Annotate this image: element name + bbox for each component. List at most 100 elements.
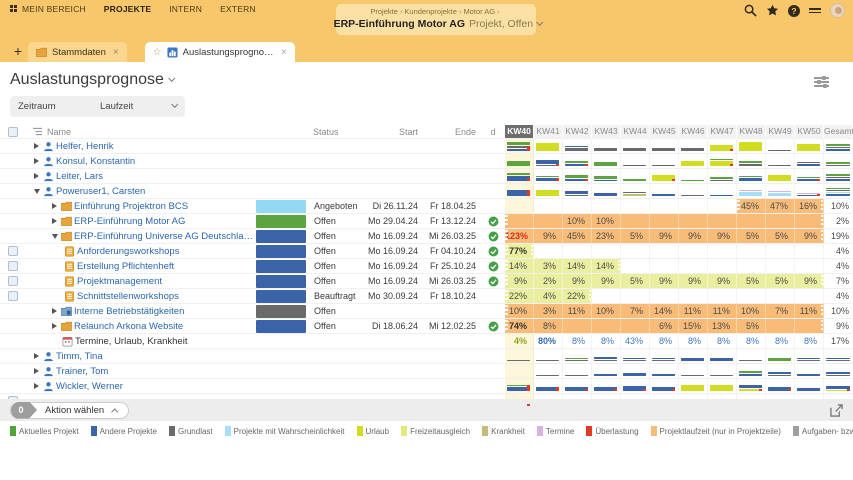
row-name[interactable]: Leiter, Lars xyxy=(56,171,254,182)
tab-auslastungsprognose[interactable]: ☆Auslastungsprognose× xyxy=(145,42,295,62)
row-checkbox[interactable] xyxy=(8,261,18,271)
person-icon xyxy=(43,366,54,377)
row-ende-cell xyxy=(426,349,484,363)
expand-arrow-icon[interactable] xyxy=(34,189,40,194)
star-icon[interactable]: ☆ xyxy=(153,47,162,58)
row-name[interactable]: Einführung Projektron BCS xyxy=(74,201,254,212)
week-header-kw45[interactable]: KW45 xyxy=(650,125,679,138)
utilization-bar xyxy=(681,179,704,181)
expand-arrow-icon[interactable] xyxy=(34,353,39,359)
legend-label: Urlaub xyxy=(366,427,390,436)
week-cell: 8% xyxy=(563,334,592,348)
task-icon xyxy=(64,276,75,287)
view-settings-icon[interactable] xyxy=(814,75,829,88)
row-name[interactable]: ERP-Einführung Universe AG Deutschland xyxy=(74,231,254,242)
week-header-kw40[interactable]: KW40 xyxy=(505,125,534,138)
close-icon[interactable]: × xyxy=(281,47,287,58)
expand-arrow-icon[interactable] xyxy=(34,383,39,389)
bar-segment-g xyxy=(565,358,588,359)
row-checkbox[interactable] xyxy=(8,276,18,286)
row-name[interactable]: Poweruser1, Carsten xyxy=(56,186,254,197)
utilization-bar xyxy=(623,164,646,166)
week-header-kw49[interactable]: KW49 xyxy=(766,125,795,138)
row-name[interactable]: Relaunch Arkona Website xyxy=(74,321,254,332)
project-selector[interactable]: ERP-Einführung Motor AG Projekt, Offen xyxy=(346,18,526,30)
legend-label: Freizeitausgleich xyxy=(410,427,470,436)
week-header-kw48[interactable]: KW48 xyxy=(737,125,766,138)
expand-arrow-icon[interactable] xyxy=(34,158,39,164)
action-select[interactable]: 0 Aktion wählen xyxy=(10,402,129,419)
row-name[interactable]: Konsul, Konstantin xyxy=(56,156,254,167)
row-name[interactable]: Projektmanagement xyxy=(77,276,254,287)
menu-item-extern[interactable]: EXTERN xyxy=(220,4,256,14)
row-name-cell: Relaunch Arkona Website xyxy=(26,319,256,333)
row-name[interactable]: Interne Betriebstätigkeiten xyxy=(74,306,254,317)
expand-arrow-icon[interactable] xyxy=(52,308,57,314)
row-gesamt-cell: 2% xyxy=(824,214,853,228)
zeitraum-filter[interactable]: Zeitraum Laufzeit xyxy=(10,96,185,117)
tab-stammdaten[interactable]: Stammdaten× xyxy=(28,42,127,62)
row-name[interactable]: Timm, Tina xyxy=(56,351,254,362)
search-icon[interactable] xyxy=(744,4,757,17)
week-header-kw50[interactable]: KW50 xyxy=(795,125,824,138)
legend-item: Freizeitausgleich xyxy=(401,426,470,436)
help-icon[interactable]: ? xyxy=(788,5,800,17)
week-cell xyxy=(621,244,650,258)
utilization-value: 8% xyxy=(766,334,794,348)
row-name[interactable]: Wickler, Werner xyxy=(56,381,254,392)
week-cell xyxy=(621,319,650,333)
breadcrumb-link[interactable]: Kundenprojekte xyxy=(404,7,457,16)
week-header-kw44[interactable]: KW44 xyxy=(621,125,650,138)
row-name[interactable]: Helfer, Henrik xyxy=(56,141,254,152)
utilization-value: 74% xyxy=(505,319,533,333)
week-header-kw42[interactable]: KW42 xyxy=(563,125,592,138)
bar-segment-b xyxy=(739,374,762,376)
row-name[interactable]: Anforderungsworkshops xyxy=(77,246,254,257)
row-name[interactable]: Trainer, Tom xyxy=(56,366,254,377)
week-header-kw46[interactable]: KW46 xyxy=(679,125,708,138)
row-name[interactable]: Schnittstellenworkshops xyxy=(77,291,254,302)
expand-arrow-icon[interactable] xyxy=(52,203,57,209)
expand-arrow-icon[interactable] xyxy=(34,143,39,149)
row-checkbox[interactable] xyxy=(8,291,18,301)
expand-arrow-icon[interactable] xyxy=(52,234,58,239)
breadcrumb-link[interactable]: Motor AG xyxy=(463,7,495,16)
utilization-value: 8% xyxy=(708,334,736,348)
expand-arrow-icon[interactable] xyxy=(34,368,39,374)
expand-arrow-icon[interactable] xyxy=(52,218,57,224)
week-header-kw41[interactable]: KW41 xyxy=(534,125,563,138)
select-all-checkbox[interactable] xyxy=(8,127,18,137)
close-icon[interactable]: × xyxy=(113,47,119,58)
utilization-value: 10% xyxy=(737,304,765,318)
bar-segment-k xyxy=(565,375,588,376)
menu-item-mein-bereich[interactable]: MEIN BEREICH xyxy=(10,4,86,14)
menu-icon[interactable] xyxy=(809,6,821,16)
menu-item-intern[interactable]: INTERN xyxy=(169,4,202,14)
bar-segment-b xyxy=(797,374,820,376)
page-title-group[interactable]: Auslastungsprognose xyxy=(10,71,174,89)
avatar[interactable] xyxy=(830,3,845,18)
export-icon[interactable] xyxy=(830,404,843,417)
legend-swatch xyxy=(651,426,657,436)
week-cell: 8% xyxy=(592,334,621,348)
expand-arrow-icon[interactable] xyxy=(34,173,39,179)
row-d-cell xyxy=(484,199,502,213)
utilization-bar xyxy=(565,145,588,151)
utilization-value: 9% xyxy=(708,274,736,288)
row-checkbox-cell xyxy=(0,289,26,303)
week-header-kw47[interactable]: KW47 xyxy=(708,125,737,138)
star-icon[interactable] xyxy=(766,4,779,17)
row-checkbox[interactable] xyxy=(8,246,18,256)
row-weeks: 4%80%8%8%43%8%8%8%8%8%8% xyxy=(505,334,824,348)
breadcrumb-link[interactable]: Projekte xyxy=(370,7,398,16)
week-header-kw43[interactable]: KW43 xyxy=(592,125,621,138)
new-tab-button[interactable]: + xyxy=(8,43,28,59)
row-name[interactable]: ERP-Einführung Motor AG xyxy=(74,216,254,227)
bar-segment-b xyxy=(594,180,617,181)
utilization-bar xyxy=(826,161,850,166)
menu-item-projekte[interactable]: PROJEKTE xyxy=(104,4,151,14)
task-icon xyxy=(64,261,75,272)
expand-arrow-icon[interactable] xyxy=(52,323,57,329)
row-name[interactable]: Erstellung Pflichtenheft xyxy=(77,261,254,272)
week-cell xyxy=(650,244,679,258)
